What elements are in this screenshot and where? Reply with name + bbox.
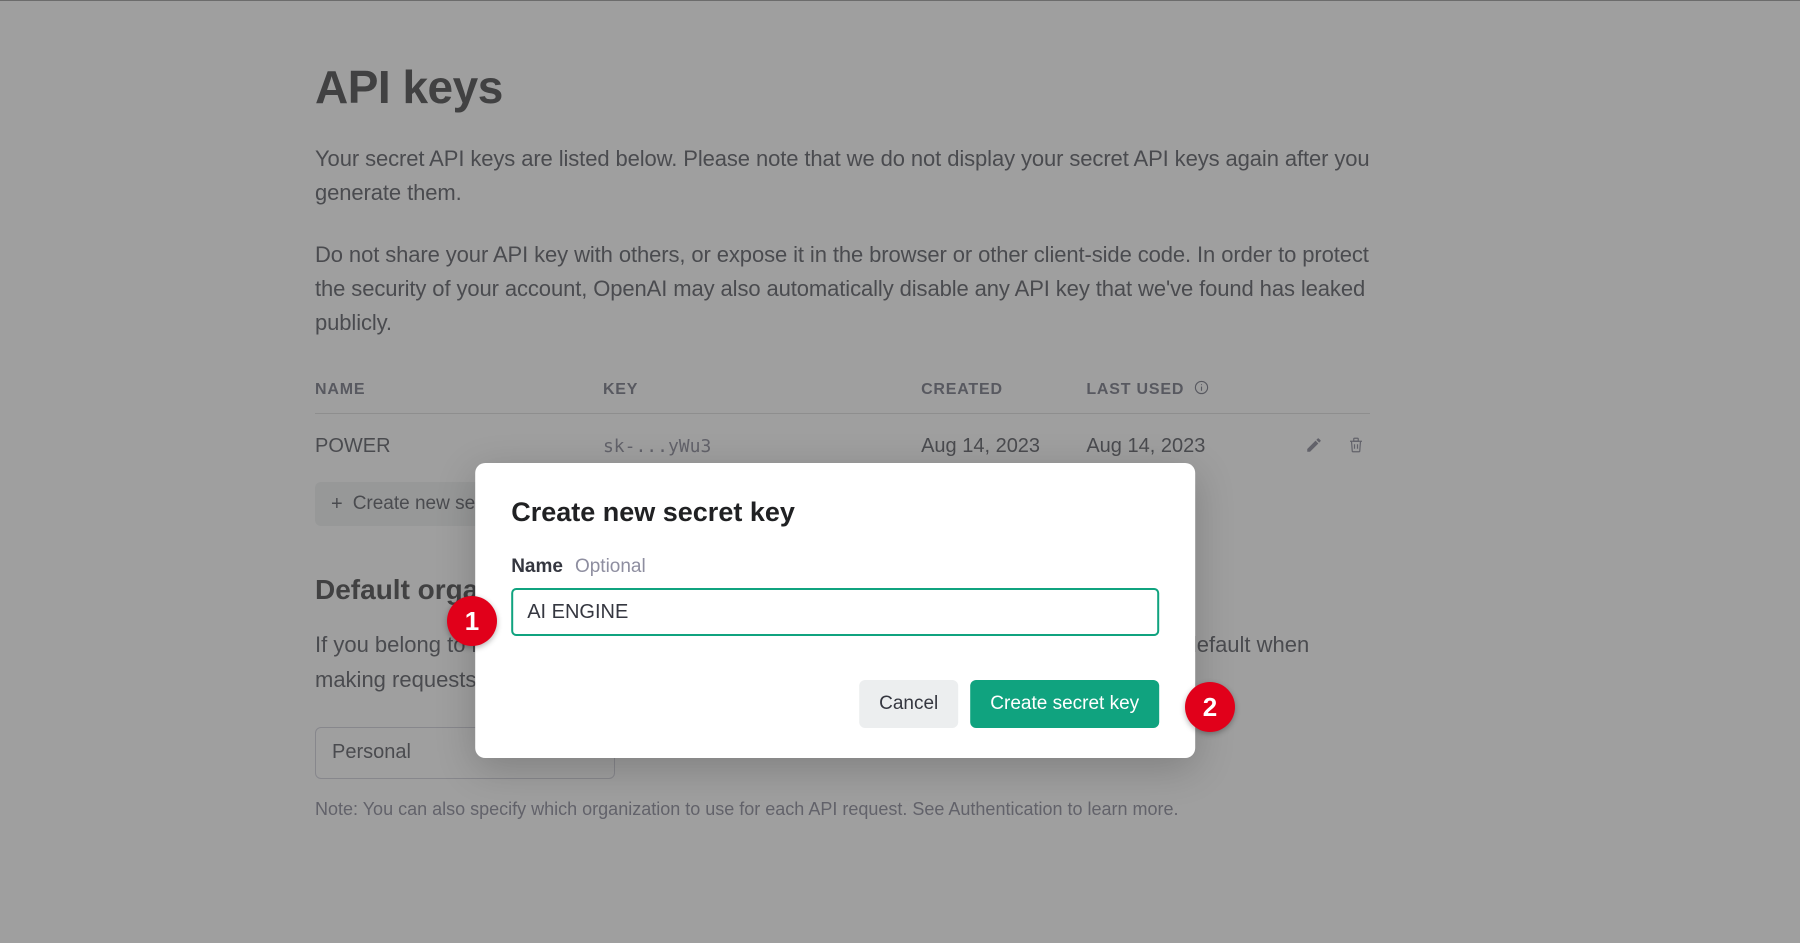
name-field-row: Name Optional [511,556,1159,578]
modal-title: Create new secret key [511,497,1159,528]
cancel-button[interactable]: Cancel [859,680,958,728]
name-field-label: Name [511,556,563,578]
create-secret-key-button[interactable]: Create secret key [970,680,1159,728]
annotation-step-2: 2 [1185,682,1235,732]
create-key-modal: Create new secret key Name Optional Canc… [475,463,1195,758]
modal-actions: Cancel Create secret key [511,680,1159,728]
name-field-hint: Optional [575,556,646,578]
annotation-step-1: 1 [447,596,497,646]
key-name-input[interactable] [511,588,1159,636]
